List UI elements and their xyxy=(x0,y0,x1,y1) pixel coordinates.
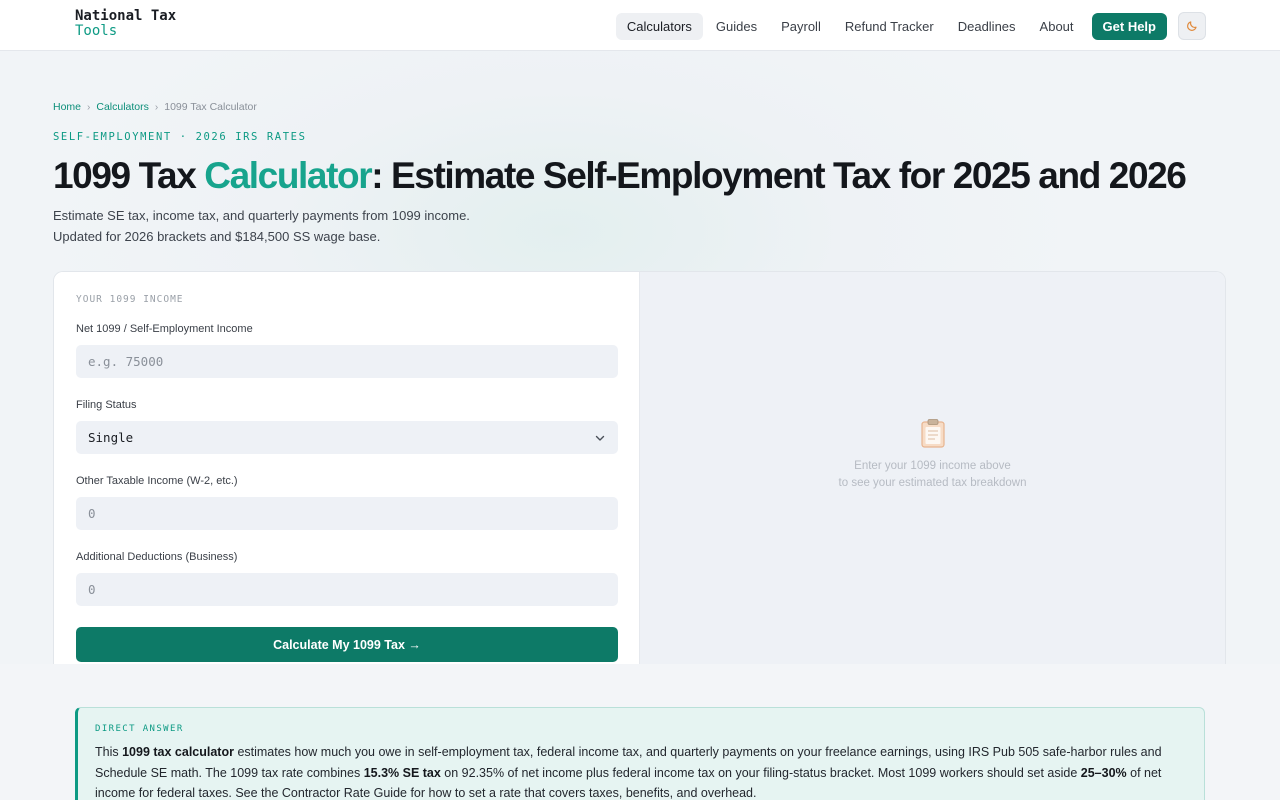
direct-answer-tag: DIRECT ANSWER xyxy=(95,724,184,734)
breadcrumb-separator: › xyxy=(154,101,159,113)
logo-line-1: National Tax xyxy=(75,8,177,24)
hint-line-1: Enter your 1099 income above xyxy=(854,460,1011,472)
logo-line-2: Tools xyxy=(75,23,118,39)
calculate-button[interactable]: Calculate My 1099 Tax → xyxy=(76,627,618,662)
calculator-card: YOUR 1099 INCOME Net 1099 / Self-Employm… xyxy=(53,271,1226,664)
answer-bold-2: 15.3% SE tax xyxy=(363,765,441,780)
nav-calculators[interactable]: Calculators xyxy=(615,12,703,40)
page-title: 1099 Tax Calculator: Estimate Self-Emplo… xyxy=(53,154,1187,198)
hint-line-2: to see your estimated tax breakdown xyxy=(838,477,1027,489)
nav-deadlines[interactable]: Deadlines xyxy=(947,13,1027,40)
nav-payroll[interactable]: Payroll xyxy=(770,13,832,40)
filing-status-value: Single xyxy=(88,430,134,445)
answer-text-3: on 92.35% of net income plus federal inc… xyxy=(440,765,1081,780)
nav-refund-tracker[interactable]: Refund Tracker xyxy=(834,13,945,40)
deductions-input[interactable]: 0 xyxy=(76,573,618,606)
top-navigation-bar: National Tax Tools Calculators Guides Pa… xyxy=(0,0,1280,51)
other-income-input[interactable]: 0 xyxy=(76,497,618,530)
subtitle-line-2: Updated for 2026 brackets and $184,500 S… xyxy=(53,228,381,244)
clipboard-icon xyxy=(920,419,945,448)
moon-icon xyxy=(1187,21,1197,31)
theme-toggle-button[interactable] xyxy=(1178,12,1206,40)
empty-state-hint: Enter your 1099 income above to see your… xyxy=(839,458,1027,492)
answer-bold-3: 25–30% xyxy=(1080,765,1127,780)
direct-answer-text: This 1099 tax calculator estimates how m… xyxy=(95,742,1186,800)
results-panel: Enter your 1099 income above to see your… xyxy=(640,272,1225,664)
filing-status-select[interactable]: Single xyxy=(76,421,618,454)
main-nav: Calculators Guides Payroll Refund Tracke… xyxy=(615,12,1206,40)
other-income-value: 0 xyxy=(88,506,96,521)
deductions-value: 0 xyxy=(88,582,96,597)
title-accent: Calculator xyxy=(204,155,372,196)
other-income-label: Other Taxable Income (W-2, etc.) xyxy=(76,475,238,487)
income-placeholder: e.g. 75000 xyxy=(88,354,164,369)
filing-status-label: Filing Status xyxy=(76,399,137,411)
breadcrumb-current: 1099 Tax Calculator xyxy=(164,101,257,113)
income-input[interactable]: e.g. 75000 xyxy=(76,345,618,378)
nav-about[interactable]: About xyxy=(1029,13,1085,40)
chevron-down-icon xyxy=(595,435,605,441)
get-help-button[interactable]: Get Help xyxy=(1091,12,1167,40)
form-panel-label: YOUR 1099 INCOME xyxy=(76,294,184,305)
subtitle-line-1: Estimate SE tax, income tax, and quarter… xyxy=(53,208,470,223)
breadcrumb-separator: › xyxy=(87,101,91,113)
title-prefix: 1099 Tax xyxy=(53,155,205,196)
site-logo[interactable]: National Tax Tools xyxy=(75,9,176,39)
breadcrumb-home[interactable]: Home xyxy=(53,101,81,113)
income-form: YOUR 1099 INCOME Net 1099 / Self-Employm… xyxy=(54,272,640,664)
deductions-label: Additional Deductions (Business) xyxy=(76,551,238,563)
breadcrumb: Home › Calculators › 1099 Tax Calculator xyxy=(53,101,257,113)
answer-text-1: This xyxy=(95,745,123,759)
hero-eyebrow: SELF-EMPLOYMENT · 2026 IRS RATES xyxy=(53,131,307,143)
answer-bold-1: 1099 tax calculator xyxy=(122,745,234,759)
income-label: Net 1099 / Self-Employment Income xyxy=(76,323,253,335)
breadcrumb-calculators[interactable]: Calculators xyxy=(96,101,149,113)
page-subtitle: Estimate SE tax, income tax, and quarter… xyxy=(53,206,470,247)
direct-answer-box: DIRECT ANSWER This 1099 tax calculator e… xyxy=(75,707,1205,800)
nav-guides[interactable]: Guides xyxy=(705,13,768,40)
title-suffix: : Estimate Self-Employment Tax for 2025 … xyxy=(371,155,1187,196)
